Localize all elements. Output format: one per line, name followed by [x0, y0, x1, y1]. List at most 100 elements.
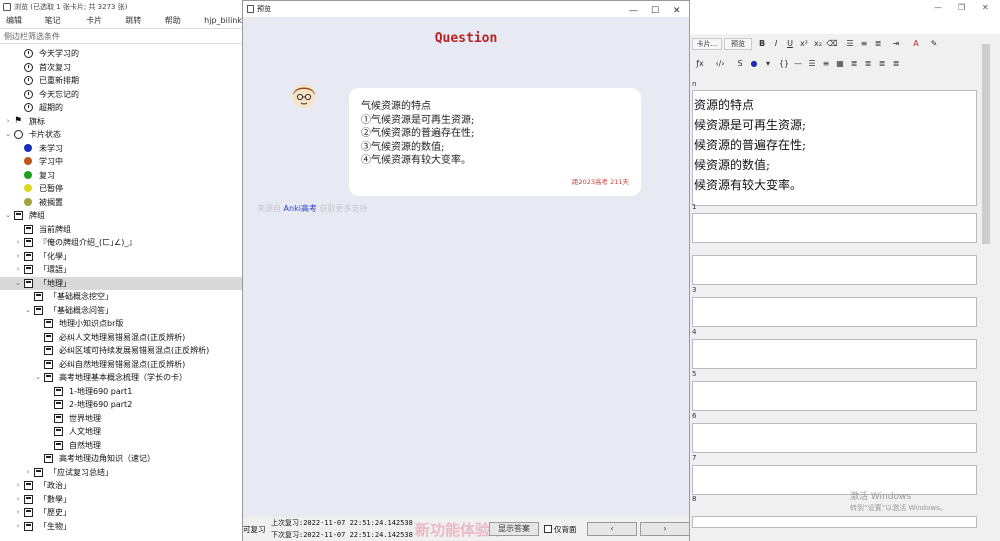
next-button[interactable]: › [640, 522, 690, 536]
sidebar-tree-item[interactable]: › 「歷史」 [0, 506, 242, 519]
prev-button[interactable]: ‹ [587, 522, 637, 536]
sidebar-tree-item[interactable]: ⌄ 「基础概念问答」 [0, 304, 242, 317]
bold-icon[interactable]: B [756, 38, 768, 50]
strike-icon[interactable]: S [734, 58, 746, 70]
align-icon[interactable]: ≣ [872, 38, 884, 50]
highlight-icon[interactable]: ✎ [928, 38, 940, 50]
menu-help[interactable]: 帮助(H) [165, 14, 190, 38]
chevron-right-icon[interactable]: › [14, 236, 22, 249]
subscript-icon[interactable]: x₂ [812, 38, 824, 50]
sidebar-tree-item[interactable]: 人文地理 [0, 425, 242, 438]
sidebar-tree-item[interactable]: 已暂停 [0, 182, 242, 195]
align-center-icon[interactable]: ≣ [862, 58, 874, 70]
chevron-right-icon[interactable]: › [24, 466, 32, 479]
menu-edit[interactable]: 编辑(E) [6, 14, 31, 38]
sidebar-tree-item[interactable]: 世界地理 [0, 412, 242, 425]
dropdown-icon[interactable]: ▾ [762, 58, 774, 70]
chevron-down-icon[interactable]: ⌄ [4, 128, 12, 141]
indent-icon[interactable]: ⇥ [890, 38, 902, 50]
cards-button[interactable]: 卡片... [692, 38, 722, 50]
sidebar-tree-item[interactable]: › 「政治」 [0, 479, 242, 492]
sidebar-tree-item[interactable]: 必纠区域可持续发展易错易混点(正反辨析) [0, 344, 242, 357]
tags-input[interactable] [692, 516, 977, 528]
chevron-down-icon[interactable]: ⌄ [14, 277, 22, 290]
code-icon[interactable]: ‹/› [714, 58, 726, 70]
chevron-down-icon[interactable]: ⌄ [34, 371, 42, 384]
hr-icon[interactable]: — [792, 58, 804, 70]
justify-icon[interactable]: ≣ [890, 58, 902, 70]
sidebar-tree-item[interactable]: › 「數學」 [0, 493, 242, 506]
sidebar-tree-item[interactable]: 2-地理690 part2 [0, 398, 242, 411]
sidebar-tree-item[interactable]: 已重新排期 [0, 74, 242, 87]
align-left-icon[interactable]: ≣ [848, 58, 860, 70]
sidebar-tree-item[interactable]: 超期的 [0, 101, 242, 114]
chevron-right-icon[interactable]: › [4, 115, 12, 128]
sidebar-tree-item[interactable]: ⌄ 牌组 [0, 209, 242, 222]
menu-notes[interactable]: 笔记 (N) [45, 14, 73, 38]
editor-scrollbar[interactable] [982, 44, 990, 244]
field-input[interactable] [692, 297, 977, 327]
sidebar-tree-item[interactable]: › 「生物」 [0, 520, 242, 533]
sidebar-tree-item[interactable]: 今天学习的 [0, 47, 242, 60]
bullet-list-icon[interactable]: ☰ [844, 38, 856, 50]
sidebar-tree-item[interactable]: 被搁置 [0, 196, 242, 209]
function-icon[interactable]: ƒx [694, 58, 706, 70]
field-input[interactable] [692, 213, 977, 243]
chevron-right-icon[interactable]: › [14, 479, 22, 492]
sidebar-tree-item[interactable]: › 「環語」 [0, 263, 242, 276]
minimize-icon[interactable]: — [934, 3, 942, 12]
sidebar-tree-item[interactable]: › 「应试复习总结」 [0, 466, 242, 479]
chevron-right-icon[interactable]: › [14, 506, 22, 519]
sidebar-tree-item[interactable]: 「基础概念挖空」 [0, 290, 242, 303]
italic-icon[interactable]: I [770, 38, 782, 50]
sidebar-tree-item[interactable]: ⌄ 卡片状态 [0, 128, 242, 141]
superscript-icon[interactable]: x² [798, 38, 810, 50]
sidebar-tree-item[interactable]: ⌄ 高考地理基本概念梳理（学长の卡） [0, 371, 242, 384]
sidebar-tree-item[interactable]: 首次复习 [0, 61, 242, 74]
eraser-icon[interactable]: ⌫ [826, 38, 838, 50]
sidebar-tree-item[interactable]: 自然地理 [0, 439, 242, 452]
sidebar-tree-item[interactable]: 当前牌组 [0, 223, 242, 236]
chevron-right-icon[interactable]: › [14, 250, 22, 263]
sidebar-tree-item[interactable]: › 「化學」 [0, 250, 242, 263]
field-input[interactable] [692, 339, 977, 369]
menu-cards[interactable]: 卡片(C) [86, 14, 111, 38]
underline-icon[interactable]: U [784, 38, 796, 50]
sidebar-tree-item[interactable]: 1-地理690 part1 [0, 385, 242, 398]
ordered-list-icon[interactable]: ≡ [820, 58, 832, 70]
front-field[interactable]: 资源的特点 候资源是可再生资源; 候资源的普遍存在性; 候资源的数值; 候资源有… [692, 90, 977, 206]
preview-button[interactable]: 预览 [724, 38, 752, 50]
menu-go[interactable]: 跳转(G) [125, 14, 151, 38]
sidebar-tree-item[interactable]: 地理小知识点br版 [0, 317, 242, 330]
sidebar-tree-item[interactable]: › 『俺の牌组介绍_(ㄈ｣∠)_』 [0, 236, 242, 249]
field-input[interactable] [692, 423, 977, 453]
restore-icon[interactable]: ❐ [958, 3, 965, 12]
sidebar-tree-item[interactable]: 高考地理边角知识（速记） [0, 452, 242, 465]
source-link[interactable]: Anki高考 [284, 204, 317, 213]
chevron-right-icon[interactable]: › [14, 493, 22, 506]
show-answer-button[interactable]: 显示答案 [489, 522, 539, 536]
field-input[interactable] [692, 381, 977, 411]
braces-icon[interactable]: {} [778, 58, 790, 70]
sidebar-tree-item[interactable]: 必纠自然地理易错易混点(正反辨析) [0, 358, 242, 371]
sidebar-tree-item[interactable]: 未学习 [0, 142, 242, 155]
menu-hjp-bilink[interactable]: hjp_bilink [204, 14, 242, 27]
sidebar-tree-item[interactable]: 今天忘记的 [0, 88, 242, 101]
chevron-right-icon[interactable]: › [14, 520, 22, 533]
chevron-down-icon[interactable]: ⌄ [4, 209, 12, 222]
back-only-checkbox[interactable] [544, 525, 552, 533]
align-right-icon[interactable]: ≣ [876, 58, 888, 70]
color-dot-icon[interactable]: ● [748, 58, 760, 70]
close-icon[interactable]: ✕ [982, 3, 989, 12]
sidebar-tree-item[interactable]: 必纠人文地理易错易混点(正反辨析) [0, 331, 242, 344]
field-input[interactable] [692, 255, 977, 285]
sidebar-tree-item[interactable]: 学习中 [0, 155, 242, 168]
list-icon[interactable]: ☰ [806, 58, 818, 70]
sidebar-tree-item[interactable]: › 旗标 [0, 115, 242, 128]
chevron-right-icon[interactable]: › [14, 263, 22, 276]
chevron-down-icon[interactable]: ⌄ [24, 304, 32, 317]
sidebar-tree-item[interactable]: 复习 [0, 169, 242, 182]
text-color-icon[interactable]: A [910, 38, 922, 50]
field-input[interactable] [692, 465, 977, 495]
table-icon[interactable]: ▦ [834, 58, 846, 70]
